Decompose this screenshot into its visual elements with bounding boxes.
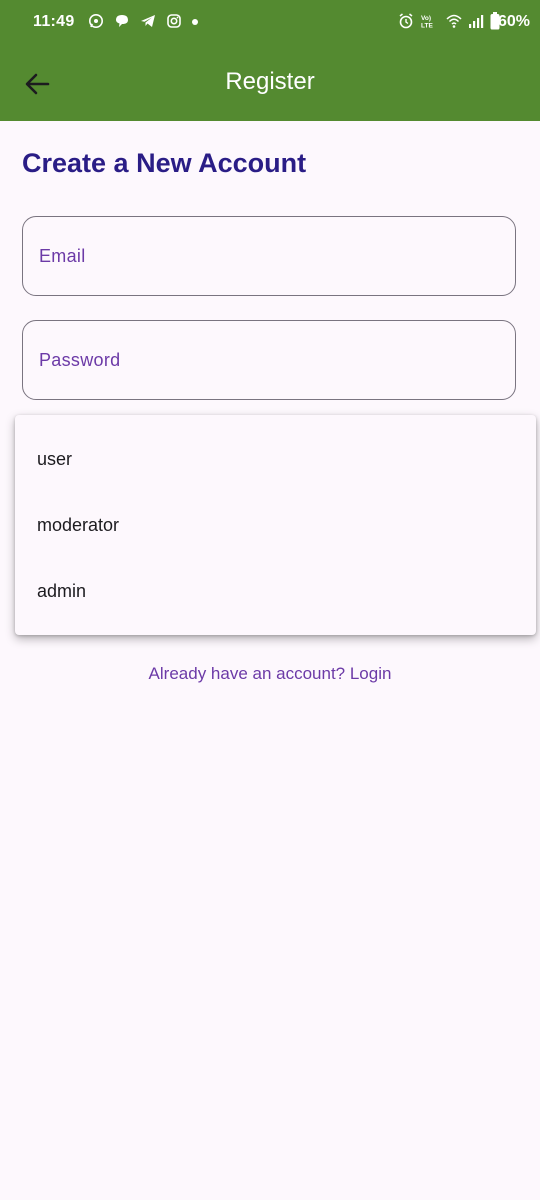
- whatsapp-icon: [89, 14, 103, 28]
- role-option-admin[interactable]: admin: [15, 559, 536, 625]
- app-bar: Register: [0, 44, 540, 121]
- page-title: Create a New Account: [22, 148, 307, 178]
- alarm-icon: [399, 13, 413, 29]
- role-option-moderator[interactable]: moderator: [15, 493, 536, 559]
- battery-percentage: 60%: [497, 13, 530, 30]
- role-dropdown-menu: user moderator admin: [15, 415, 536, 635]
- status-right-icons: Vo) LTE: [398, 12, 500, 30]
- login-link[interactable]: Already have an account? Login: [0, 664, 540, 684]
- signal-icon: [469, 15, 484, 28]
- password-field-label: Password: [39, 350, 121, 370]
- email-field-label: Email: [39, 246, 86, 266]
- role-option-label: admin: [37, 581, 87, 601]
- wifi-icon: [446, 14, 462, 28]
- email-field[interactable]: Email: [22, 216, 516, 296]
- role-option-label: moderator: [37, 515, 120, 535]
- svg-text:Vo): Vo): [421, 15, 431, 22]
- role-option-label: user: [37, 449, 73, 469]
- status-time: 11:49: [33, 13, 75, 30]
- app-bar-title: Register: [225, 68, 315, 95]
- volte-icon: Vo)LTE: [421, 15, 433, 30]
- notification-dot-icon: [192, 19, 198, 25]
- role-option-user[interactable]: user: [15, 427, 536, 493]
- instagram-icon: [167, 14, 181, 28]
- svg-text:LTE: LTE: [421, 23, 433, 30]
- status-left-icons: [88, 12, 198, 30]
- password-field[interactable]: Password: [22, 320, 516, 400]
- status-bar: 11:49 Vo) LTE 60%: [0, 0, 540, 44]
- chat-bubble-icon: [116, 15, 128, 27]
- telegram-icon: [141, 15, 155, 27]
